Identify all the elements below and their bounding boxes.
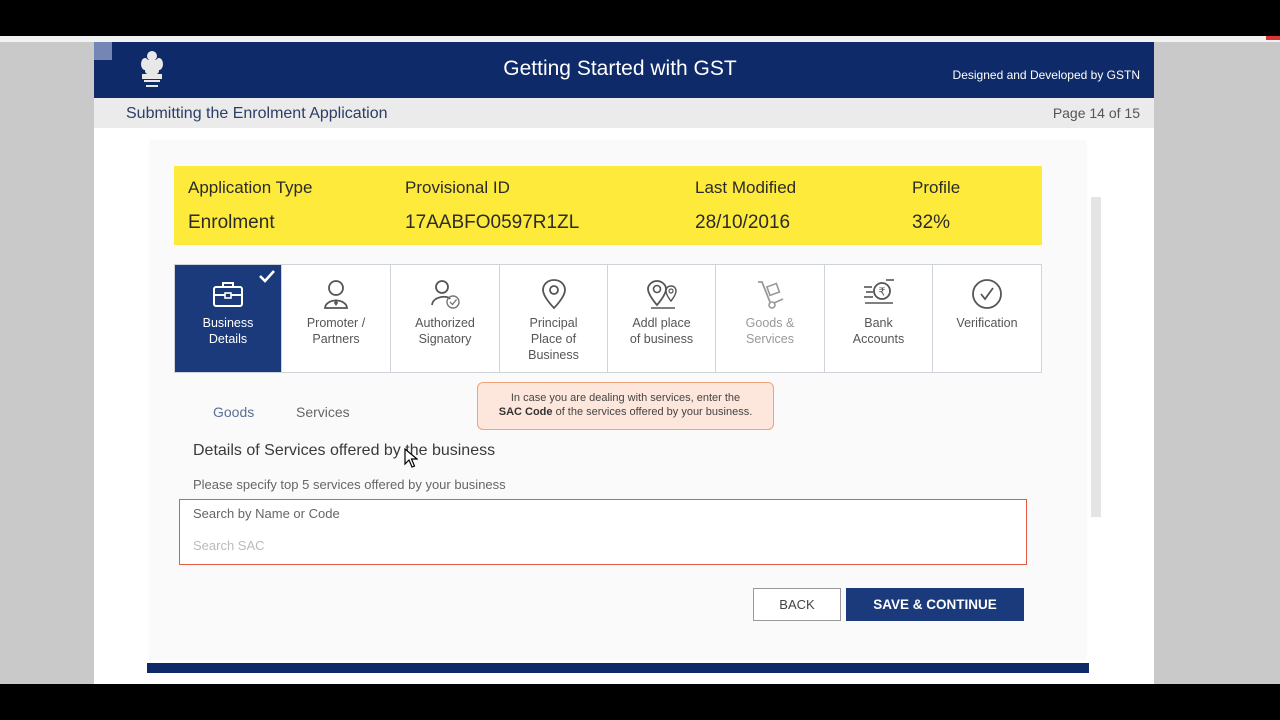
application-info-bar: Application Type Enrolment Provisional I…	[174, 166, 1042, 245]
tooltip-bold-term: SAC Code	[498, 406, 553, 418]
profile-value: 32%	[912, 212, 951, 233]
provisional-id-label: Provisional ID	[405, 178, 510, 197]
provisional-id-column: Provisional ID 17AABFO0597R1ZL	[405, 178, 579, 234]
tab-bank-accounts[interactable]: ₹ Bank Accounts	[825, 265, 933, 372]
back-button[interactable]: BACK	[753, 588, 841, 621]
tab-principal-place-of-business[interactable]: Principal Place of Business	[500, 265, 608, 372]
application-type-label: Application Type	[188, 178, 313, 197]
slide-subbar: Submitting the Enrolment Application Pag…	[94, 98, 1154, 128]
enrolment-step-tabs: Business Details Promoter / Partners Aut…	[174, 264, 1042, 373]
last-modified-column: Last Modified 28/10/2016	[695, 178, 796, 234]
save-continue-button[interactable]: SAVE & CONTINUE	[846, 588, 1024, 621]
svg-text:₹: ₹	[878, 286, 885, 299]
hand-truck-icon	[758, 281, 784, 309]
tab-promoter-partners-label: Promoter / Partners	[306, 316, 366, 346]
multi-location-icon	[646, 280, 677, 309]
location-pin-icon	[541, 279, 566, 310]
tab-verification-label: Verification	[956, 316, 1018, 330]
video-frame: Getting Started with GST Designed and De…	[0, 0, 1280, 720]
scrollbar[interactable]	[1091, 197, 1101, 517]
person-icon	[324, 280, 348, 309]
checkmark-icon	[259, 270, 275, 283]
person-check-icon	[431, 280, 460, 309]
footer-bar	[147, 663, 1089, 673]
search-label: Search by Name or Code	[193, 506, 340, 521]
provisional-id-value: 17AABFO0597R1ZL	[405, 212, 580, 233]
briefcase-icon	[213, 282, 243, 307]
header-credit: Designed and Developed by GSTN	[952, 68, 1140, 82]
tooltip-line1: In case you are dealing with services, e…	[510, 392, 741, 404]
tab-authorized-signatory-label: Authorized Signatory	[415, 316, 475, 346]
profile-column: Profile 32%	[912, 178, 960, 234]
sac-code-tooltip: In case you are dealing with services, e…	[477, 382, 774, 430]
check-circle-icon	[972, 279, 1002, 309]
slide: Getting Started with GST Designed and De…	[94, 42, 1154, 684]
tab-goods-services-label: Goods & Services	[745, 316, 795, 346]
profile-label: Profile	[912, 178, 961, 197]
last-modified-value: 28/10/2016	[695, 212, 791, 233]
tab-bank-accounts-label: Bank Accounts	[852, 316, 905, 346]
sac-search-box: Search by Name or Code	[179, 499, 1027, 565]
section-instruction: Please specify top 5 services offered by…	[193, 477, 506, 492]
tooltip-line2: of the services offered by your business…	[552, 406, 753, 418]
tab-addl-place-of-business[interactable]: Addl place of business	[608, 265, 716, 372]
tab-verification[interactable]: Verification	[933, 265, 1041, 372]
search-sac-input[interactable]	[193, 532, 1023, 558]
slide-subtitle: Submitting the Enrolment Application	[126, 105, 388, 122]
mouse-cursor-icon	[404, 448, 418, 468]
tab-authorized-signatory[interactable]: Authorized Signatory	[391, 265, 500, 372]
tab-addl-place-label: Addl place of business	[629, 316, 694, 346]
subtab-services[interactable]: Services	[296, 404, 350, 420]
subtab-goods[interactable]: Goods	[213, 404, 254, 420]
close-indicator	[1266, 36, 1280, 40]
application-type-column: Application Type Enrolment	[188, 178, 312, 234]
presentation-canvas: Getting Started with GST Designed and De…	[0, 42, 1280, 684]
tab-business-details-label: Business Details	[202, 316, 254, 346]
tab-goods-services[interactable]: Goods & Services	[716, 265, 825, 372]
last-modified-label: Last Modified	[695, 178, 797, 197]
tab-promoter-partners[interactable]: Promoter / Partners	[282, 265, 391, 372]
tab-business-details[interactable]: Business Details	[175, 265, 282, 372]
application-type-value: Enrolment	[188, 212, 275, 233]
slide-header: Getting Started with GST Designed and De…	[94, 42, 1154, 98]
page-indicator: Page 14 of 15	[1052, 105, 1140, 121]
tab-principal-place-label: Principal Place of Business	[528, 316, 579, 362]
rupee-coin-icon: ₹	[863, 279, 894, 304]
section-heading: Details of Services offered by the busin…	[193, 442, 496, 459]
